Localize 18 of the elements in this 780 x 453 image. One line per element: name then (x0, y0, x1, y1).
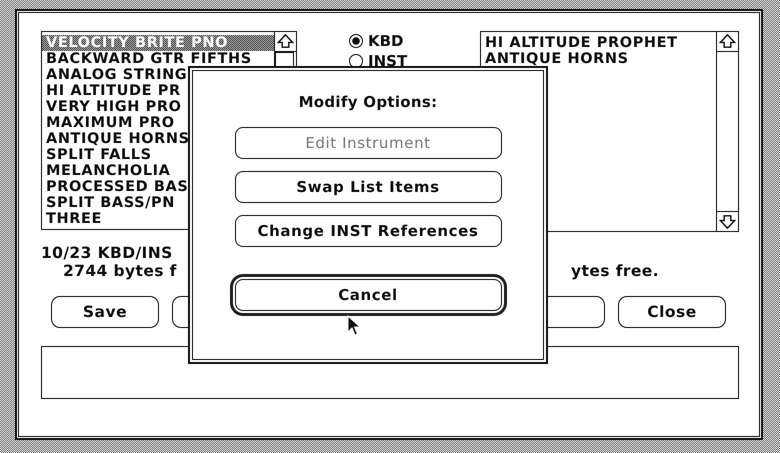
push-button[interactable]: Save (51, 296, 159, 328)
option-button[interactable]: Swap List Items (234, 171, 502, 203)
count-text: 10/23 KBD/INS (41, 244, 174, 262)
bytes-free-text: 2744 bytes f (62, 262, 177, 280)
radio-button[interactable] (349, 34, 363, 48)
scroll-up-arrow-icon[interactable] (275, 32, 296, 52)
scroll-up-arrow-icon[interactable] (717, 32, 738, 52)
radio-label: KBD (368, 31, 404, 51)
bytes-free-text: ytes free. (571, 262, 659, 282)
dialog-title: Modify Options: (298, 93, 438, 111)
mouse-pointer-icon (347, 315, 361, 337)
list-item[interactable]: BACKWARD GTR FIFTHS (42, 51, 274, 67)
list-item[interactable]: HI ALTITUDE PROPHET (481, 35, 716, 51)
push-button[interactable]: Close (618, 296, 726, 328)
radio-label: INST (368, 51, 408, 71)
scroll-down-arrow-icon[interactable] (717, 211, 738, 231)
list-item[interactable]: ANTIQUE HORNS (481, 51, 716, 67)
option-button[interactable]: Change INST References (234, 215, 502, 247)
